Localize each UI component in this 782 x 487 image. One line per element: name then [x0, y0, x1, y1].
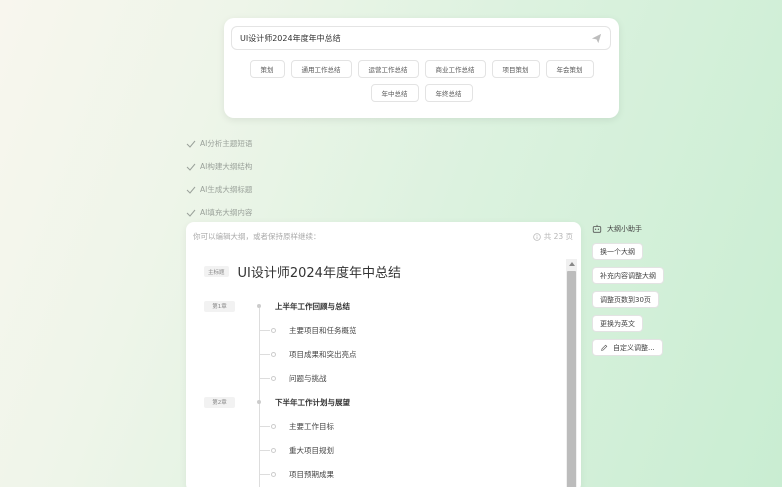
outline-assistant: 大纲小助手 换一个大纲 补充内容调整大纲 调整页数到30页 更换为英文 自定义调…	[592, 222, 682, 356]
step-label: AI生成大纲标题	[200, 185, 253, 194]
progress-steps: AI分析主题短语 AI构建大纲结构 AI生成大纲标题 AI填充大纲内容	[186, 132, 252, 224]
chip-general-summary[interactable]: 通用工作总结	[290, 60, 352, 78]
section-title[interactable]: 主要项目和任务概览	[289, 325, 357, 336]
section-row[interactable]: 项目预期成果	[204, 462, 564, 486]
info-icon	[532, 232, 541, 241]
chip-business-summary[interactable]: 商业工作总结	[424, 60, 486, 78]
chapter-title[interactable]: 下半年工作计划与展望	[275, 397, 350, 408]
section-title[interactable]: 重大项目规划	[289, 445, 334, 456]
scrollbar-thumb[interactable]	[567, 271, 576, 487]
step-label: AI分析主题短语	[200, 139, 253, 148]
send-icon[interactable]	[590, 32, 602, 44]
prompt-input[interactable]: UI设计师2024年度年中总结	[231, 26, 611, 50]
template-chips: 策划 通用工作总结 运营工作总结 商业工作总结 项目策划 年会策划 年中总结 年…	[224, 60, 619, 102]
chapter-tag: 第1章	[204, 300, 235, 312]
change-outline-button[interactable]: 换一个大纲	[592, 243, 643, 260]
switch-english-button[interactable]: 更换为英文	[592, 315, 643, 332]
section-row[interactable]: 重大项目规划	[204, 438, 564, 462]
chip-yearend-summary[interactable]: 年终总结	[424, 84, 473, 102]
assistant-title: 大纲小助手	[607, 225, 642, 233]
step-item: AI生成大纲标题	[186, 178, 252, 201]
supplement-outline-button[interactable]: 补充内容调整大纲	[592, 267, 664, 284]
step-item: AI构建大纲结构	[186, 155, 252, 178]
adjust-pages-button[interactable]: 调整页数到30页	[592, 291, 659, 308]
chip-ops-summary[interactable]: 运营工作总结	[357, 60, 419, 78]
step-item: AI分析主题短语	[186, 132, 252, 155]
chapter-title[interactable]: 上半年工作回顾与总结	[275, 301, 350, 312]
check-icon	[186, 163, 196, 171]
step-label: AI填充大纲内容	[200, 208, 253, 217]
section-title[interactable]: 问题与挑战	[289, 373, 327, 384]
outline-scrollbar[interactable]	[566, 259, 577, 487]
section-row[interactable]: 主要工作目标	[204, 414, 564, 438]
prompt-text[interactable]: UI设计师2024年度年中总结	[240, 33, 590, 44]
outline-hint: 你可以编辑大纲，或者保持原样继续：	[193, 232, 321, 241]
check-icon	[186, 140, 196, 148]
robot-icon	[592, 224, 602, 233]
outline-title[interactable]: UI设计师2024年度年中总结	[238, 262, 401, 281]
step-label: AI构建大纲结构	[200, 162, 253, 171]
pencil-icon	[601, 344, 608, 351]
chapter-row[interactable]: 第2章 下半年工作计划与展望	[204, 390, 564, 414]
custom-adjust-label: 自定义调整...	[613, 343, 655, 352]
section-row[interactable]: 项目成果和突出亮点	[204, 342, 564, 366]
chip-project-plan[interactable]: 项目策划	[491, 60, 540, 78]
check-icon	[186, 209, 196, 217]
check-icon	[186, 186, 196, 194]
section-title[interactable]: 项目成果和突出亮点	[289, 349, 357, 360]
step-item: AI填充大纲内容	[186, 201, 252, 224]
scroll-up-icon[interactable]	[569, 262, 575, 266]
chip-annual-party[interactable]: 年会策划	[545, 60, 594, 78]
outline-tree: 第1章 上半年工作回顾与总结 主要项目和任务概览 项目成果和突出亮点 问题与挑战…	[204, 294, 564, 487]
chapter-tag: 第2章	[204, 396, 235, 408]
chapter-row[interactable]: 第1章 上半年工作回顾与总结	[204, 294, 564, 318]
custom-adjust-button[interactable]: 自定义调整...	[592, 339, 663, 356]
page-count: 共 23 页	[532, 231, 573, 242]
section-row[interactable]: 问题与挑战	[204, 366, 564, 390]
page-count-label: 共 23 页	[543, 232, 573, 241]
chip-midyear-summary[interactable]: 年中总结	[370, 84, 419, 102]
title-tag: 主标题	[204, 266, 229, 277]
section-row[interactable]: 主要项目和任务概览	[204, 318, 564, 342]
outline-editor: 你可以编辑大纲，或者保持原样继续： 共 23 页 主标题 UI设计师2024年度…	[186, 222, 581, 487]
chip-plan[interactable]: 策划	[249, 60, 285, 78]
section-title[interactable]: 项目预期成果	[289, 469, 334, 480]
section-title[interactable]: 主要工作目标	[289, 421, 334, 432]
prompt-card: UI设计师2024年度年中总结 策划 通用工作总结 运营工作总结 商业工作总结 …	[224, 18, 619, 118]
